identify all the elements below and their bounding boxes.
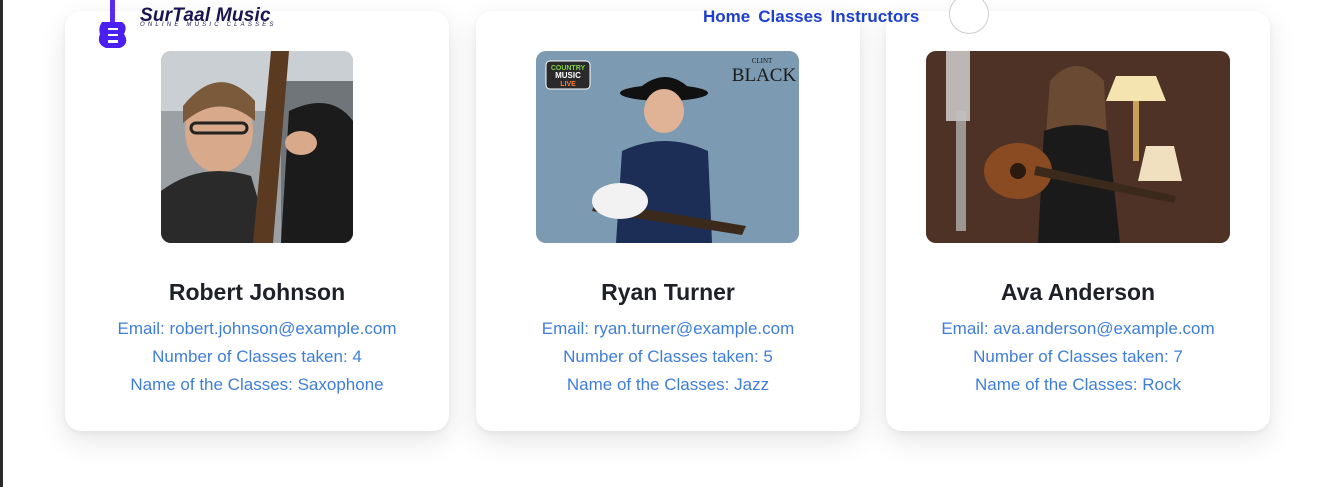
poster-corner-text: BLACK [732, 65, 797, 86]
instructor-class-names: Name of the Classes: Jazz [566, 375, 770, 394]
instructor-name: Ava Anderson [1000, 279, 1156, 305]
instructor-photo: COUNTRY MUSIC LIVE CLINT BLACK [536, 51, 799, 243]
instructor-photo [926, 51, 1230, 243]
nav-home[interactable]: Home [703, 7, 750, 27]
instructor-card-robert-johnson: Robert Johnson Email: robert.johnson@exa… [65, 11, 449, 431]
main-nav: Home Classes Instructors [703, 7, 919, 27]
instructor-email[interactable]: Email: ava.anderson@example.com [886, 319, 1270, 339]
instructor-email[interactable]: Email: ryan.turner@example.com [476, 319, 860, 339]
nav-instructors[interactable]: Instructors [831, 7, 920, 27]
instructor-class-names: Name of the Classes: Rock [975, 375, 1181, 394]
nav-classes[interactable]: Classes [758, 7, 822, 27]
instructor-email[interactable]: Email: robert.johnson@example.com [65, 319, 449, 339]
brand-subtitle: ONLINE MUSIC CLASSES [140, 22, 277, 28]
instructor-class-count: Number of Classes taken: 7 [973, 347, 1183, 366]
window-edge [0, 0, 3, 487]
electric-guitar-icon [98, 0, 127, 48]
poster-badge-text: LIVE [560, 81, 576, 88]
poster-badge-text: MUSIC [555, 71, 581, 80]
instructor-name: Ryan Turner [601, 279, 735, 305]
instructor-class-count: Number of Classes taken: 5 [563, 347, 773, 366]
instructor-card-ava-anderson: Ava Anderson Email: ava.anderson@example… [886, 11, 1270, 431]
instructor-class-count: Number of Classes taken: 4 [152, 347, 362, 366]
poster-corner-text: CLINT [752, 57, 773, 65]
instructor-card-ryan-turner: COUNTRY MUSIC LIVE CLINT BLACK Ryan Turn… [476, 11, 860, 431]
instructor-name: Robert Johnson [168, 279, 346, 305]
instructor-class-names: Name of the Classes: Saxophone [130, 375, 384, 394]
instructor-photo [161, 51, 353, 243]
